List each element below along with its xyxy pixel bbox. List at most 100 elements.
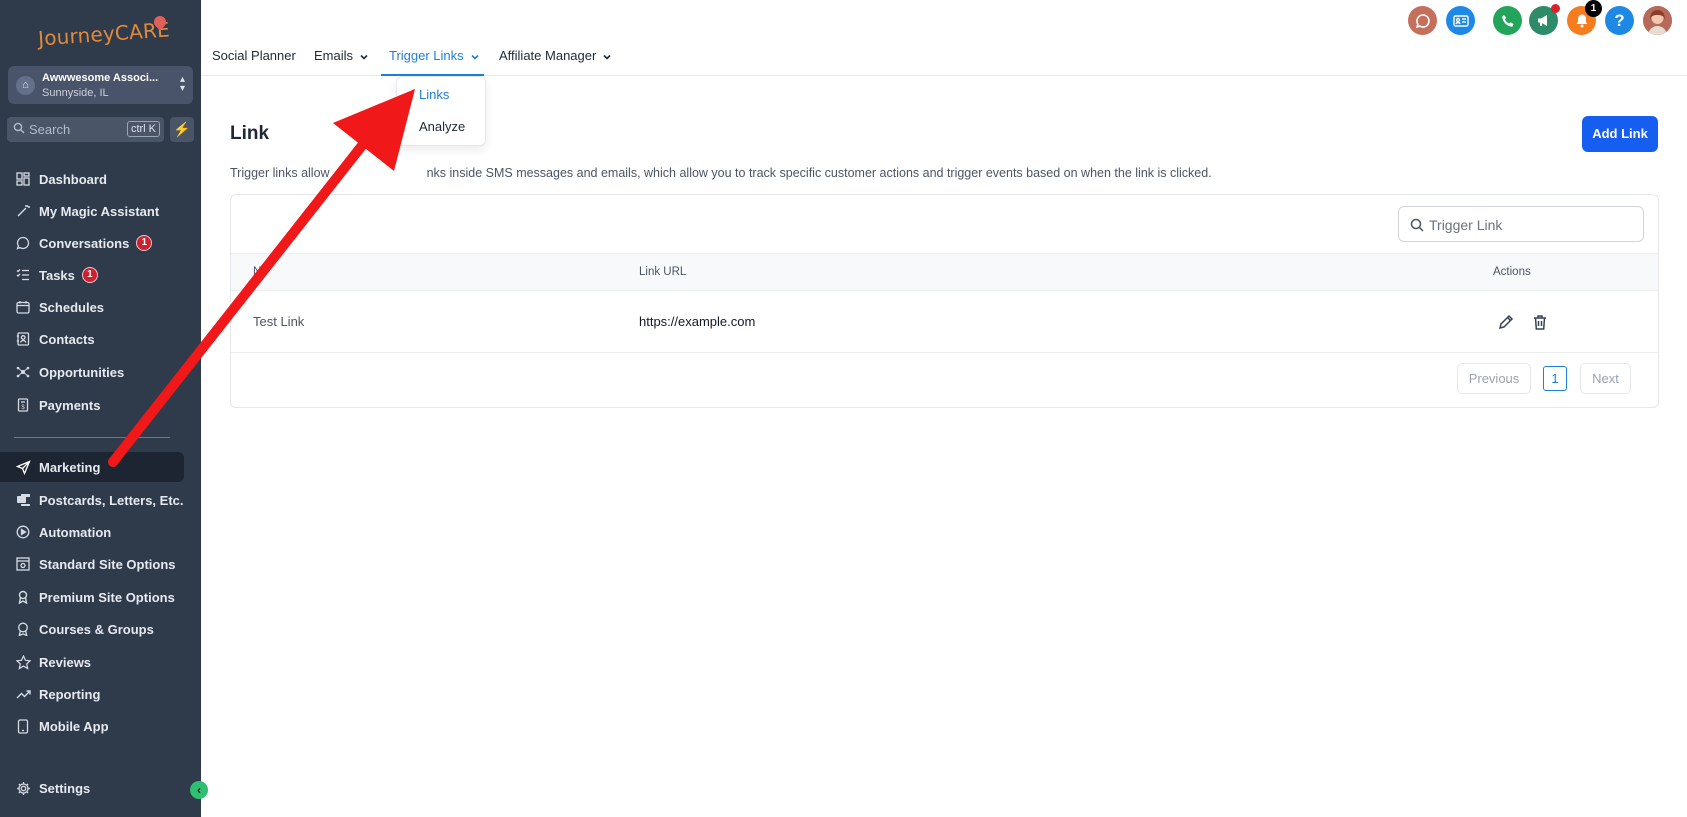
megaphone-icon <box>1538 15 1547 26</box>
tab-emails[interactable]: Emails <box>314 48 369 63</box>
sidebar-item-reviews[interactable]: Reviews <box>0 647 184 677</box>
account-location: Sunnyside, IL <box>42 87 109 99</box>
table-row: Test Link https://example.com <box>231 292 1658 353</box>
tab-label: Social Planner <box>212 48 296 63</box>
page-description: Trigger links allow nks inside SMS messag… <box>230 166 1212 180</box>
account-location-icon: ⌂ <box>16 76 35 95</box>
add-link-button[interactable]: Add Link <box>1582 116 1658 152</box>
user-avatar[interactable] <box>1643 6 1672 35</box>
phone-button[interactable] <box>1493 6 1522 35</box>
tab-affiliate-manager[interactable]: Affiliate Manager <box>499 48 612 63</box>
award-icon <box>15 589 31 605</box>
collapse-sidebar-button[interactable]: ‹ <box>190 781 208 799</box>
sidebar-item-label: Contacts <box>39 331 95 347</box>
sidebar-item-magic-assistant[interactable]: My Magic Assistant <box>0 196 184 226</box>
search-placeholder: Search <box>29 122 71 137</box>
search-icon <box>13 122 25 134</box>
trigger-link-search-input[interactable]: Trigger Link <box>1398 206 1644 242</box>
account-switcher[interactable]: ⌂ Awwwesome Associ... Sunnyside, IL ▴ ▾ <box>8 66 193 104</box>
sidebar-item-label: Courses & Groups <box>39 621 154 637</box>
link-name: Test Link <box>253 314 305 329</box>
tab-label: Affiliate Manager <box>499 48 597 63</box>
sidebar-item-schedules[interactable]: Schedules <box>0 292 184 322</box>
sidebar-item-label: Reporting <box>39 686 101 702</box>
sidebar-item-label: Payments <box>39 397 101 413</box>
star-icon <box>15 654 31 670</box>
sidebar-item-mobile-app[interactable]: Mobile App <box>0 711 184 741</box>
tab-label: Emails <box>314 48 354 63</box>
table-header: N Link URL Actions <box>231 253 1658 291</box>
sidebar-item-dashboard[interactable]: Dashboard <box>0 164 184 194</box>
phone-icon <box>15 718 31 734</box>
trend-icon <box>15 686 31 702</box>
sidebar-item-label: My Magic Assistant <box>39 203 160 219</box>
sidebar-item-conversations[interactable]: Conversations 1 <box>0 228 184 258</box>
sidebar-item-reporting[interactable]: Reporting <box>0 679 184 709</box>
contact-card-icon <box>1452 14 1469 27</box>
sidebar-item-label: Premium Site Options <box>39 589 175 605</box>
dropdown-item-analyze[interactable]: Analyze <box>419 119 465 134</box>
bell-icon <box>1576 14 1587 28</box>
sidebar-item-marketing[interactable]: Marketing <box>0 452 184 482</box>
sidebar-item-contacts[interactable]: Contacts <box>0 324 184 354</box>
unread-badge: 1 <box>136 235 153 251</box>
sidebar-item-postcards[interactable]: Postcards, Letters, Etc. <box>0 485 184 515</box>
dashboard-icon <box>15 171 31 187</box>
pagination-page-1[interactable]: 1 <box>1543 366 1567 391</box>
question-mark-icon: ? <box>1614 10 1625 30</box>
announcements-button[interactable] <box>1529 4 1560 35</box>
quick-action-bolt-button[interactable]: ⚡ <box>170 117 194 142</box>
svg-text:$: $ <box>21 405 25 411</box>
column-actions: Actions <box>1493 266 1531 278</box>
sidebar-item-tasks[interactable]: Tasks 1 <box>0 260 184 290</box>
contacts-icon <box>15 331 31 347</box>
page-title: Link <box>230 123 270 144</box>
sidebar-item-opportunities[interactable]: Opportunities <box>0 357 184 387</box>
contact-card-button[interactable] <box>1446 6 1475 35</box>
send-icon <box>15 459 31 475</box>
site-icon <box>15 556 31 572</box>
notifications-button[interactable]: 1 <box>1567 0 1602 35</box>
sidebar-item-automation[interactable]: Automation <box>0 517 184 547</box>
trigger-links-dropdown: Links Analyze <box>396 76 486 146</box>
sidebar-item-payments[interactable]: $ Payments <box>0 390 184 420</box>
chevron-down-icon <box>471 54 479 60</box>
column-name: N <box>253 266 262 278</box>
chevron-down-icon <box>603 54 611 60</box>
delete-trash-icon[interactable] <box>1531 313 1549 331</box>
pagination-next-button[interactable]: Next <box>1580 363 1631 394</box>
links-table-card: Trigger Link N Link URL Actions Test Lin… <box>230 194 1659 408</box>
sidebar-item-label: Settings <box>39 780 91 796</box>
chevron-updown-icon: ▴ ▾ <box>179 74 185 94</box>
sidebar-item-standard-site-options[interactable]: Standard Site Options <box>0 549 184 579</box>
sidebar-item-courses-groups[interactable]: Courses & Groups <box>0 614 184 644</box>
sidebar-item-label: Opportunities <box>39 364 125 380</box>
sidebar-item-label: Conversations <box>39 235 130 251</box>
calendar-icon <box>15 299 31 315</box>
chat-icon <box>15 235 31 251</box>
pagination-previous-button[interactable]: Previous <box>1457 363 1531 394</box>
tab-label: Trigger Links <box>389 48 464 63</box>
sidebar-item-label: Schedules <box>39 299 105 315</box>
sidebar-item-label: Dashboard <box>39 171 107 187</box>
edit-pencil-icon[interactable] <box>1497 313 1515 331</box>
tab-social-planner[interactable]: Social Planner <box>212 48 296 63</box>
notification-count: 1 <box>1585 0 1602 17</box>
dropdown-item-links[interactable]: Links <box>419 87 449 102</box>
chat-widget-button[interactable] <box>1408 6 1437 35</box>
sidebar-item-settings[interactable]: Settings <box>0 773 184 803</box>
badge-icon <box>15 621 31 637</box>
unread-badge: 1 <box>81 267 98 283</box>
account-name: Awwwesome Associ... <box>42 72 159 84</box>
search-icon <box>1410 218 1424 232</box>
sidebar: JourneyCARE ⌂ Awwwesome Associ... Sunnys… <box>0 0 201 817</box>
column-link-url: Link URL <box>639 266 687 278</box>
brand-logo[interactable]: JourneyCARE <box>34 13 174 51</box>
description-start: Trigger links allow <box>230 166 330 180</box>
tab-trigger-links[interactable]: Trigger Links <box>389 48 480 63</box>
unread-dot <box>1551 4 1560 13</box>
sidebar-item-label: Marketing <box>39 459 101 475</box>
sidebar-search[interactable]: Search ctrl K <box>7 117 164 142</box>
sidebar-item-premium-site-options[interactable]: Premium Site Options <box>0 582 184 612</box>
help-button[interactable]: ? <box>1605 6 1634 35</box>
